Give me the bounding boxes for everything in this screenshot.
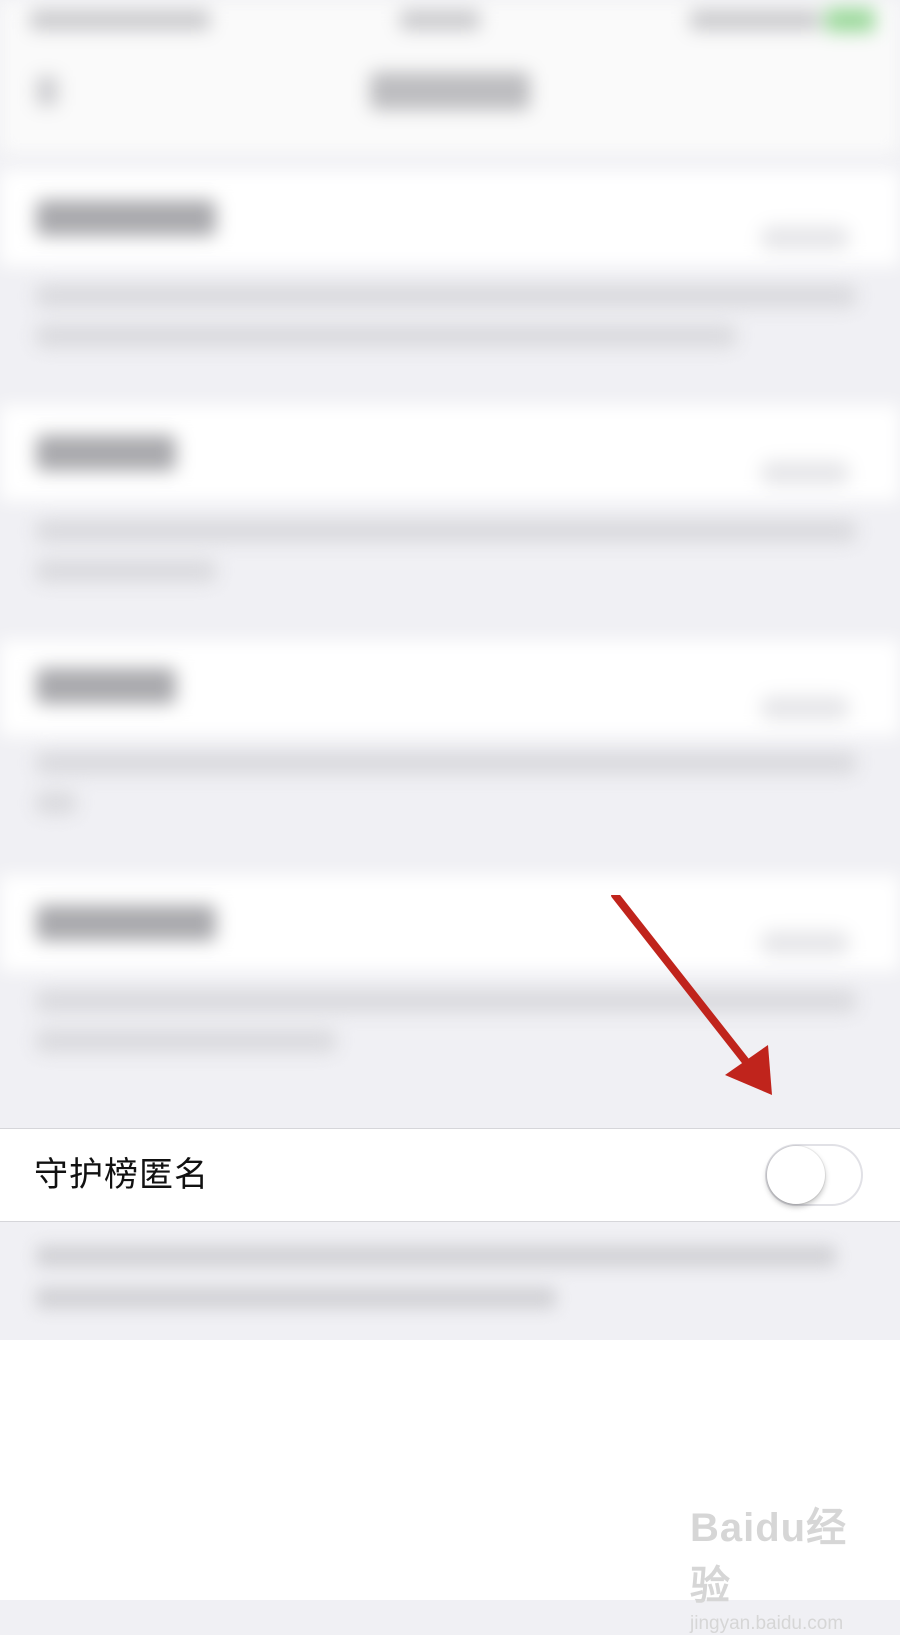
watermark-logo: Baidu经验: [690, 1506, 848, 1608]
setting-row-1-description: [36, 285, 856, 307]
setting-row-2-title: [36, 435, 176, 471]
guardian-list-anonymous-toggle[interactable]: [765, 1144, 863, 1206]
description-line: [36, 1245, 836, 1267]
guardian-list-anonymous-row[interactable]: 守护榜匿名: [0, 1128, 900, 1222]
navigation-bar: [0, 44, 900, 154]
setting-row-4-description: [36, 1030, 336, 1052]
setting-row-1-title: [36, 200, 216, 236]
watermark-url: jingyan.baidu.com: [690, 1613, 844, 1634]
anonymous-description-blurred: [0, 1225, 900, 1355]
annotation-arrow-shaft: [611, 895, 762, 1081]
status-bar-carrier: [30, 10, 210, 30]
status-bar-battery: [690, 10, 820, 30]
setting-row-3-description: [36, 752, 856, 774]
setting-row-3-description: [36, 792, 76, 814]
setting-row-2-switch[interactable]: [760, 461, 850, 485]
toggle-knob: [767, 1146, 825, 1204]
setting-row-2-description: [36, 560, 216, 582]
setting-row-3-title: [36, 668, 176, 704]
battery-icon: [825, 8, 875, 32]
status-bar-time: [400, 10, 480, 30]
page-title: [370, 72, 530, 110]
setting-row-1-description: [36, 325, 736, 347]
annotation-arrow-head: [725, 1045, 772, 1095]
status-bar: [0, 0, 900, 44]
description-line: [36, 1287, 556, 1309]
setting-row-1-switch[interactable]: [760, 226, 850, 250]
setting-row-2-description: [36, 520, 856, 542]
setting-row-4-title: [36, 905, 216, 941]
guardian-list-anonymous-label: 守护榜匿名: [34, 1155, 209, 1195]
back-icon[interactable]: [36, 76, 58, 106]
baidu-jingyan-watermark: Baidu经验 jingyan.baidu.com: [690, 1495, 880, 1634]
setting-row-3-switch[interactable]: [760, 696, 850, 720]
annotation-arrow: [611, 895, 772, 1095]
